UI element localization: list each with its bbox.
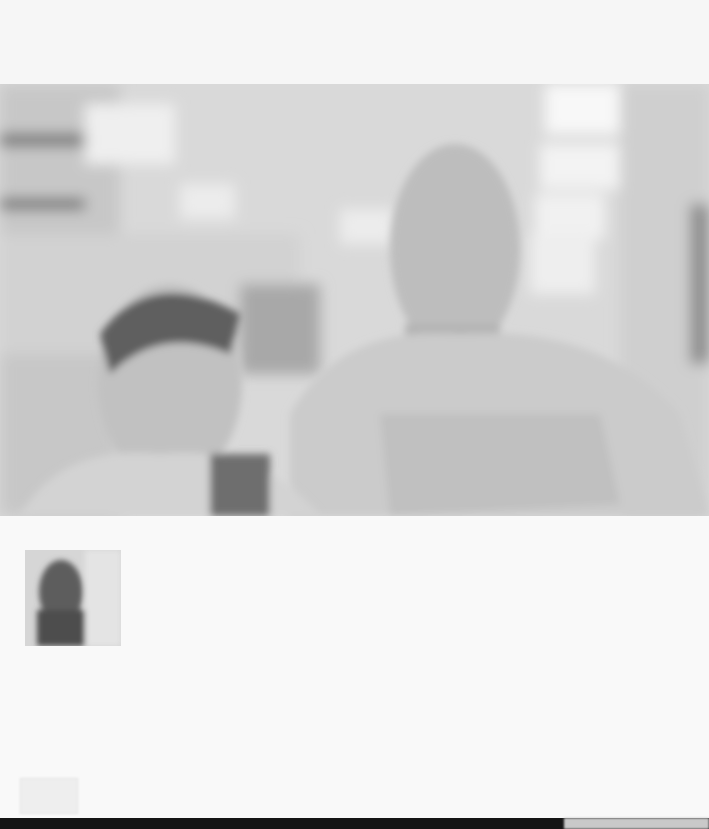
thumbnail-image [25,550,121,646]
profile-thumbnail[interactable] [25,550,121,646]
post-caption [24,710,664,736]
top-bar [0,0,709,85]
hero-photo[interactable] [0,84,709,516]
profile-row [0,516,709,666]
bottom-bar [0,818,709,829]
profile-subtitle [154,608,334,622]
profile-name[interactable] [154,566,414,584]
top-bar-title[interactable] [28,34,692,56]
hero-image [0,84,709,516]
tag-button[interactable] [20,778,78,814]
bottom-bar-controls[interactable] [564,818,709,829]
page [0,0,709,829]
